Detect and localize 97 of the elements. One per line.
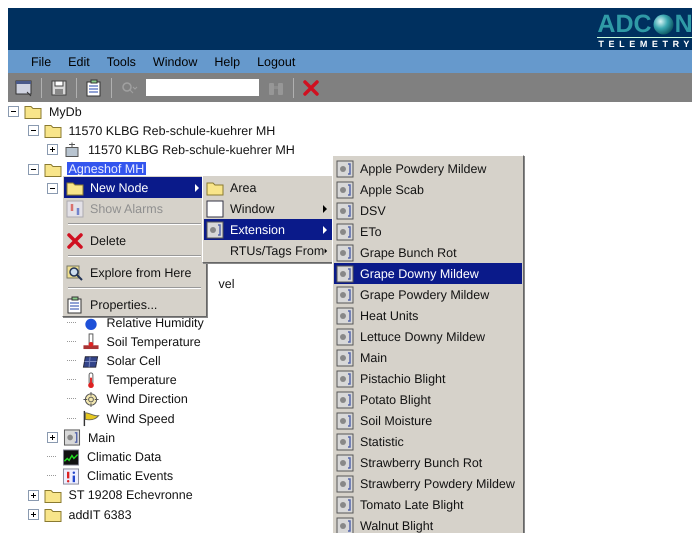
menu-item[interactable]: Grape Bunch Rot [334,242,522,263]
menu-item[interactable]: Apple Powdery Mildew [334,158,522,179]
extension-icon [336,264,354,282]
menu-item[interactable]: Heat Units [334,305,522,326]
extension-icon [336,328,354,346]
tree-item[interactable]: Solar Cell [104,354,163,368]
logo-text: ADC [597,11,652,37]
menu-item[interactable]: Main [334,347,522,368]
menu-item[interactable]: DSV [334,200,522,221]
tree-item[interactable]: Temperature [104,373,179,388]
folder-icon [44,506,62,524]
menu-item[interactable]: Properties... [64,294,205,315]
menu-item[interactable]: Pistachio Blight [334,368,522,389]
tree-item[interactable]: vel [216,277,236,292]
extension-icon [336,202,354,220]
alarm-icon [66,200,84,218]
expander-icon[interactable] [28,490,38,501]
expander-icon[interactable] [28,125,38,136]
extension-icon [336,432,354,450]
tree-item[interactable]: 11570 KLBG Reb-schule-kuehrer MH [86,142,297,157]
expander-icon[interactable] [28,509,38,520]
compass-icon [82,390,100,408]
menu-item[interactable]: ETo [334,221,522,242]
extension-icon [336,160,354,178]
tree-item[interactable]: MyDb [47,104,84,119]
extension-icon [336,306,354,324]
tree-item[interactable]: ST 19208 Echevronne [66,488,195,502]
extension-icon [206,220,224,238]
station-icon [63,141,81,158]
tree-item[interactable]: Relative Humidity [104,316,206,330]
menu-item[interactable]: Explore from Here [64,262,205,283]
delete-icon [66,232,84,250]
tree-item[interactable]: 11570 KLBG Reb-schule-kuehrer MH [66,124,278,138]
menu-item[interactable]: Tools [106,54,136,68]
menu-item[interactable]: Grape Powdery Mildew [334,284,522,305]
menu-item[interactable]: Logout [257,54,296,68]
menu-item[interactable]: RTUs/Tags From [204,240,333,261]
extension-icon [336,370,354,388]
extension-icon [336,474,354,492]
clipboard-icon[interactable] [85,78,103,96]
menu-item[interactable]: Soil Moisture [334,410,522,431]
magnifier-icon [66,264,84,282]
menu-item[interactable]: Window [152,54,198,68]
soil-thermometer-icon [82,333,100,350]
menu-item[interactable]: Edit [68,54,90,68]
tree-item[interactable]: Soil Temperature [104,334,203,349]
menu-item[interactable]: Statistic [334,431,522,452]
menu-item[interactable]: Lettuce Downy Mildew [334,326,522,347]
window-icon[interactable] [15,78,33,96]
extension-icon [336,348,354,366]
alarm-icon [62,468,80,485]
tree-item[interactable]: Wind Direction [104,392,190,406]
menu-item[interactable]: Potato Blight [334,389,522,410]
menu-item[interactable]: Tomato Late Blight [334,494,522,515]
menu-item[interactable]: Window [204,198,333,219]
window-icon [206,200,224,218]
menu-item[interactable]: Extension [204,219,333,240]
extension-icon [336,180,354,198]
extension-icon [336,286,354,304]
logo-text: N [674,11,692,37]
chart-icon [62,448,80,466]
flag-icon [82,410,100,428]
search-field[interactable] [146,79,259,96]
expander-icon[interactable] [47,182,58,194]
save-icon[interactable] [50,78,68,96]
extension-icon [336,244,354,262]
menu-item[interactable]: Grape Downy Mildew [334,263,522,284]
extension-icon [336,412,354,430]
extension-icon [336,516,354,533]
tree-item[interactable]: Agneshof MH [66,162,146,176]
menu-item[interactable]: Apple Scab [334,179,522,200]
tree-item[interactable]: Wind Speed [104,412,177,426]
extension-icon [336,454,354,472]
folder-icon [44,122,62,140]
expander-icon[interactable] [47,432,58,444]
menu-item[interactable]: File [31,54,52,68]
expander-icon[interactable] [8,106,19,118]
logo-ball-icon [652,14,674,34]
menu-item[interactable]: Help [214,54,240,68]
tree-item[interactable]: Climatic Events [85,469,176,484]
menu-item[interactable]: New Node [64,177,205,198]
menu-item[interactable]: Delete [64,230,205,251]
tree-item[interactable]: Main [86,430,118,445]
tree-item[interactable]: addIT 6383 [66,508,134,522]
menu-item[interactable]: Strawberry Bunch Rot [334,452,522,473]
clipboard-icon [66,296,84,314]
expander-icon[interactable] [28,164,38,175]
extension-icon [336,496,354,514]
extension-icon [336,222,354,240]
menu-item[interactable]: Walnut Blight [334,515,522,533]
thermometer-icon [86,372,94,389]
tree-item[interactable]: Climatic Data [85,450,164,464]
expander-icon[interactable] [47,144,58,156]
extension-icon [336,390,354,408]
menu-item[interactable]: Area [204,177,333,198]
extension-icon [63,429,81,446]
menu-item[interactable]: Strawberry Powdery Mildew [334,473,522,494]
